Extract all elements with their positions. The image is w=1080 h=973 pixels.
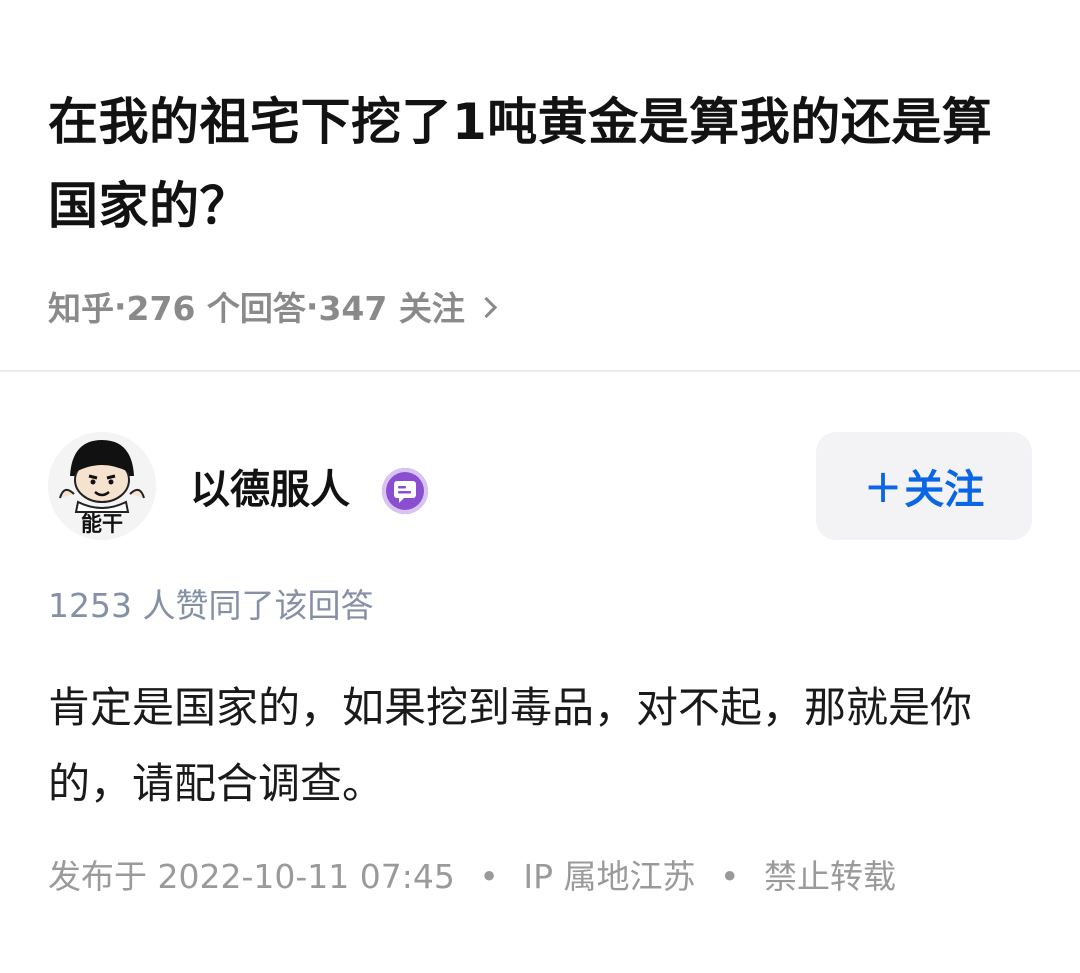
ip-location: IP 属地江苏	[523, 857, 696, 896]
section-divider	[0, 370, 1080, 372]
answer-content[interactable]: 肯定是国家的，如果挖到毒品，对不起，那就是你的，请配合调查。	[48, 670, 1038, 822]
follow-button[interactable]: + 关注	[816, 432, 1032, 540]
question-source: 知乎	[48, 289, 114, 328]
answer-footer-meta: 发布于 2022-10-11 07:45 • IP 属地江苏 • 禁止转载	[48, 852, 896, 902]
footer-separator: •	[719, 857, 740, 896]
publish-time: 发布于 2022-10-11 07:45	[48, 857, 455, 896]
avatar-caption: 能干	[81, 512, 123, 536]
question-header: 在我的祖宅下挖了1吨黄金是算我的还是算国家的？ 知乎 · 276 个回答 · 3…	[48, 80, 1038, 330]
comment-badge-icon	[382, 468, 428, 514]
meta-separator: ·	[114, 286, 127, 326]
follow-count: 347 关注	[318, 289, 465, 328]
chevron-right-icon	[475, 296, 497, 318]
avatar[interactable]: 能干	[48, 432, 156, 540]
footer-separator: •	[479, 857, 499, 896]
author-name[interactable]: 以德服人	[190, 462, 350, 518]
question-title[interactable]: 在我的祖宅下挖了1吨黄金是算我的还是算国家的？	[48, 80, 1038, 248]
answer-count: 276 个回答	[126, 289, 306, 328]
follow-label: 关注	[904, 467, 985, 513]
answer-author-row: 能干 以德服人 + 关注	[48, 432, 1032, 542]
meta-separator: ·	[305, 286, 319, 326]
reprint-notice: 禁止转载	[763, 857, 896, 896]
question-meta[interactable]: 知乎 · 276 个回答 · 347 关注	[48, 282, 1038, 330]
plus-icon: +	[863, 459, 903, 513]
upvote-summary: 1253 人赞同了该回答	[48, 586, 374, 625]
